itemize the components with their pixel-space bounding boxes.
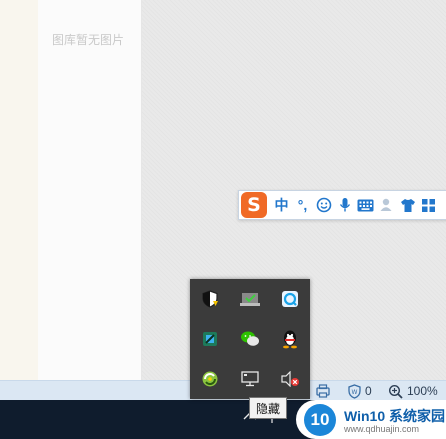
- emoji-icon[interactable]: [313, 192, 334, 218]
- status-partial-value: 0: [365, 384, 372, 398]
- watermark-title: Win10 系统家园: [344, 408, 445, 424]
- toolbox-icon[interactable]: [418, 192, 439, 218]
- gallery-panel: 图库暂无图片: [38, 0, 142, 380]
- tray-overflow-flyout: [190, 279, 310, 399]
- qq-penguin-icon[interactable]: [280, 329, 300, 349]
- print-preview-icon[interactable]: [316, 381, 330, 401]
- microphone-icon[interactable]: [334, 192, 355, 218]
- svg-text:W: W: [352, 389, 358, 396]
- shield-status-icon[interactable]: W: [347, 381, 362, 401]
- win10-logo-icon: 10: [304, 404, 336, 436]
- wechat-icon[interactable]: [240, 329, 260, 349]
- security-shield-icon[interactable]: [200, 289, 220, 309]
- watermark-url: www.qdhuajin.com: [344, 424, 420, 434]
- sogou-logo-icon[interactable]: S: [241, 192, 267, 218]
- gallery-empty-text: 图库暂无图片: [52, 33, 125, 47]
- ime-punctuation[interactable]: °,: [292, 192, 313, 218]
- ime-toolbar[interactable]: S 中 °,: [238, 190, 446, 220]
- ime-chinese-mode[interactable]: 中: [271, 192, 292, 218]
- app-cube-icon[interactable]: [200, 329, 220, 349]
- site-watermark: 10 Win10 系统家园 www.qdhuajin.com: [296, 400, 446, 439]
- network-check-icon[interactable]: [240, 289, 260, 309]
- zoom-level[interactable]: 100%: [407, 381, 438, 401]
- hide-tooltip: 隐藏: [249, 397, 288, 419]
- skin-icon[interactable]: [397, 192, 418, 218]
- zoom-icon[interactable]: [388, 381, 403, 401]
- display-icon[interactable]: [240, 369, 260, 389]
- user-icon[interactable]: [376, 192, 397, 218]
- volume-muted-icon[interactable]: [280, 369, 300, 389]
- left-pane: [0, 0, 39, 380]
- cloud-sync-icon[interactable]: [200, 369, 220, 389]
- keyboard-icon[interactable]: [355, 192, 376, 218]
- browser-sync-icon[interactable]: [280, 289, 300, 309]
